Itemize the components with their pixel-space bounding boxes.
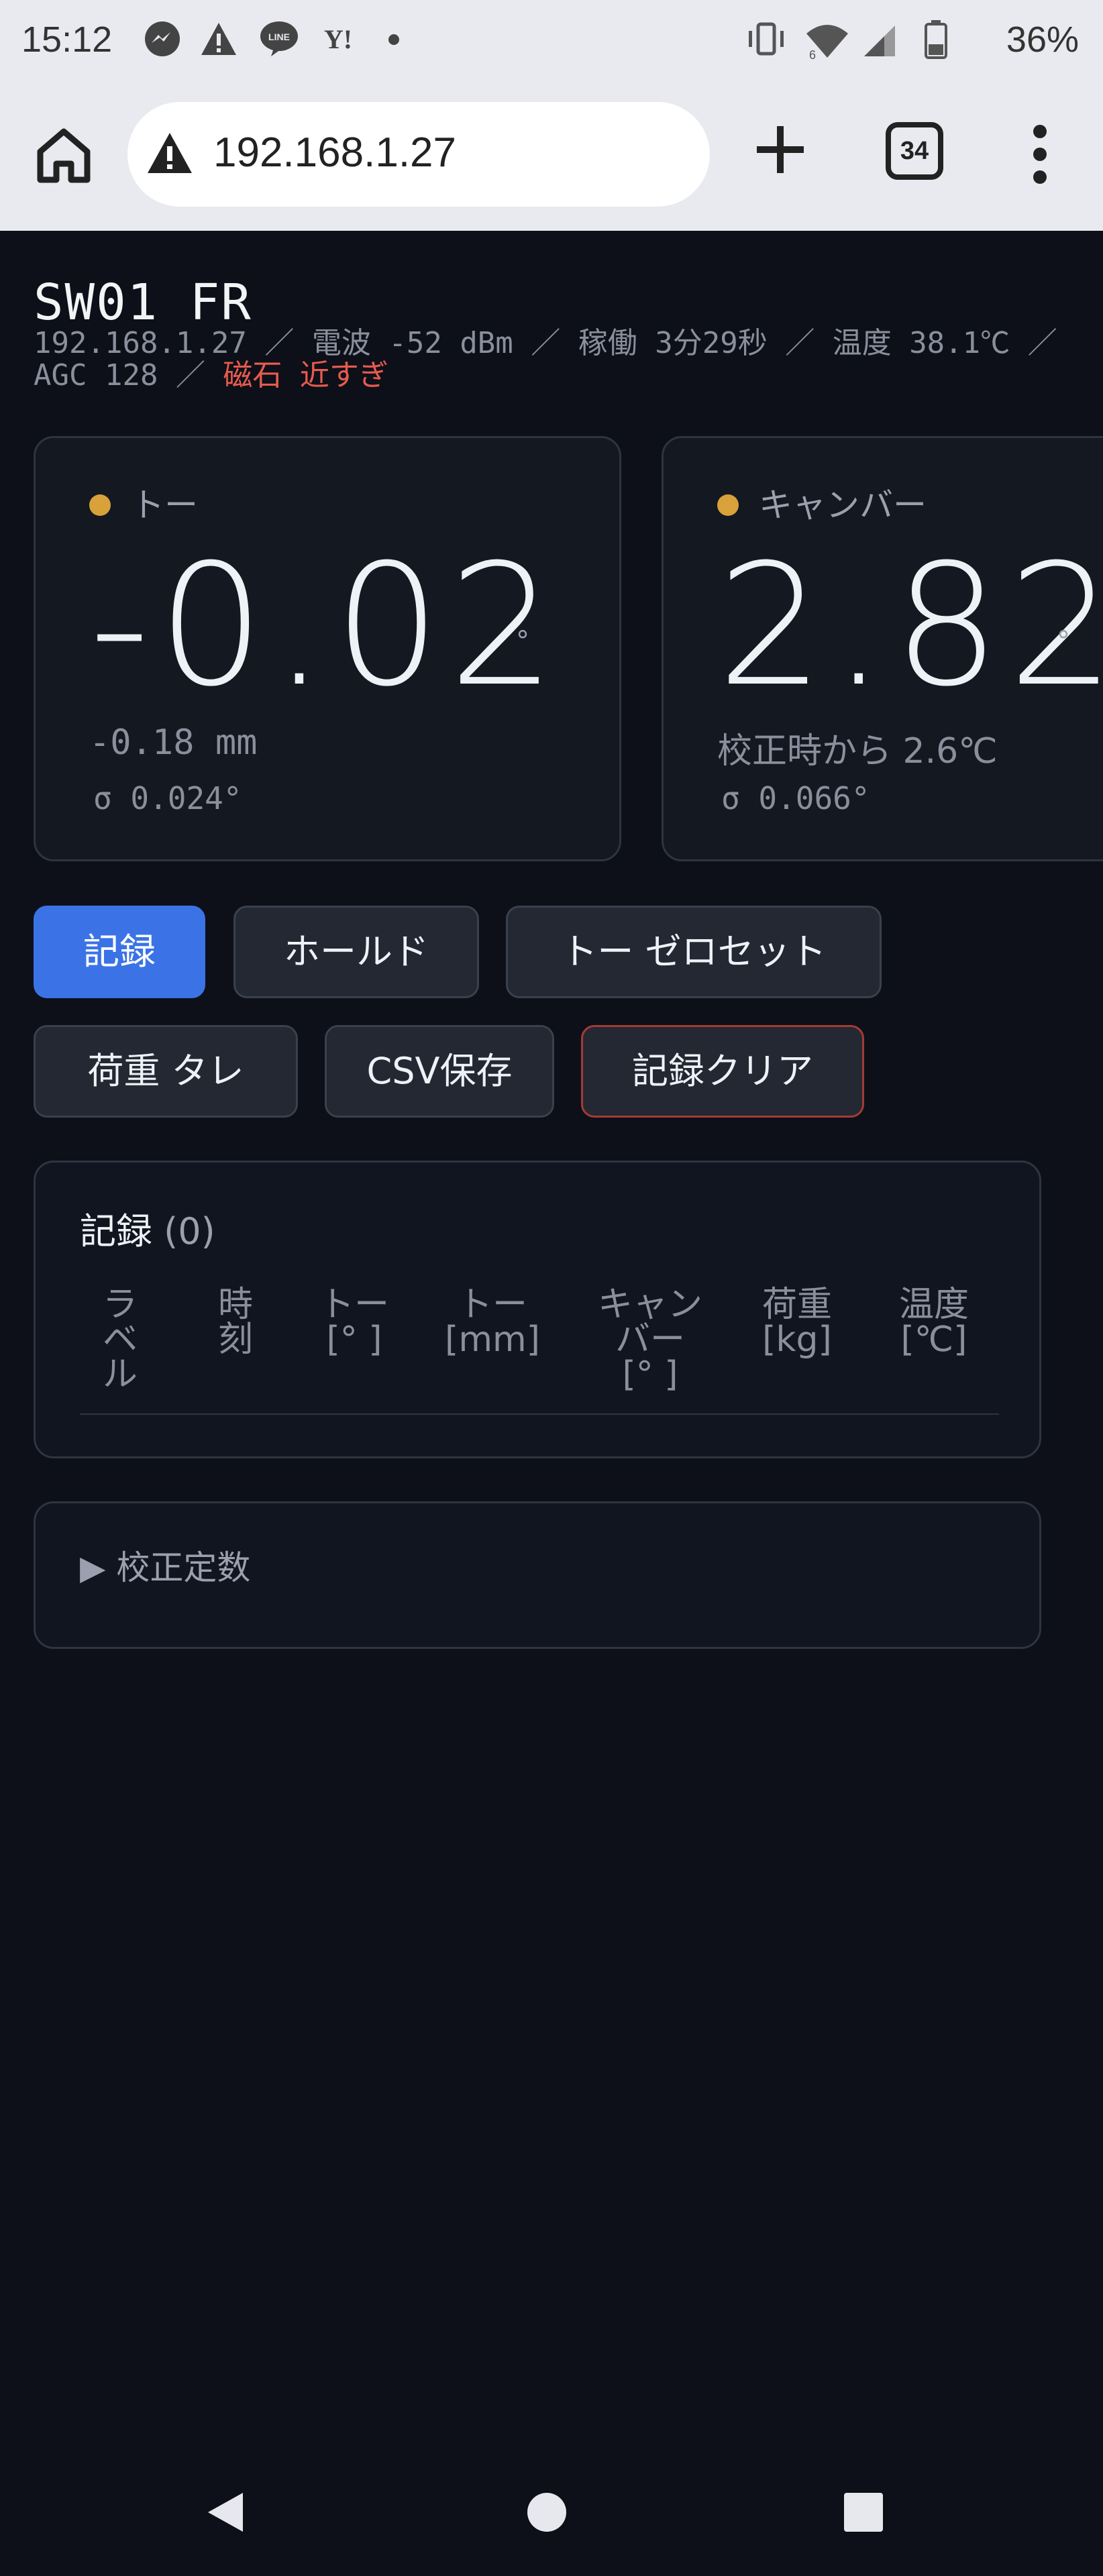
camber-value: 2.82 [717, 528, 1103, 723]
not-secure-icon[interactable] [146, 131, 193, 176]
table-header-divider [80, 1413, 999, 1415]
camber-card: キャンバー 2.82 ° 校正時から 2.6℃ σ 0.066° [662, 436, 1103, 861]
camber-status-dot [717, 494, 739, 516]
device-info-text: 192.168.1.27 ／ 電波 -52 dBm ／ 稼働 3分29秒 ／ 温… [34, 326, 1057, 392]
load-sag-button[interactable]: 荷重 タレ [34, 1025, 298, 1118]
toe-card: トー -0.02 ° -0.18 mm σ 0.024° [34, 436, 621, 861]
record-button[interactable]: 記録 [34, 906, 205, 998]
navigation-bar [0, 2428, 1103, 2576]
home-nav-icon[interactable] [526, 2491, 568, 2533]
camber-unit: ° [1057, 626, 1070, 657]
calibration-panel[interactable]: ▶ 校正定数 [34, 1501, 1041, 1649]
toe-value: -0.02 [89, 528, 564, 723]
column-header-camber[interactable]: キャン バー [° ] [576, 1287, 724, 1392]
yahoo-icon: Y! [324, 24, 352, 54]
toe-status-dot [89, 494, 111, 516]
wifi-icon: 6 [806, 25, 848, 60]
home-icon[interactable] [34, 125, 94, 185]
svg-text:6: 6 [809, 48, 816, 60]
camber-label: キャンバー [717, 478, 927, 527]
hold-button[interactable]: ホールド [233, 906, 479, 998]
magnet-warning: 磁石 近すぎ [223, 358, 388, 392]
column-header-time[interactable]: 時 刻 [203, 1287, 268, 1357]
battery-icon [925, 20, 947, 59]
records-count: (0) [164, 1210, 215, 1252]
records-panel: 記録 (0) ラ ベ ル 時 刻 トー [° ] トー [mm] キャン バー … [34, 1161, 1041, 1458]
alert-icon [201, 23, 236, 55]
camber-label-text: キャンバー [759, 486, 927, 525]
toe-unit: ° [516, 626, 529, 657]
more-menu-icon[interactable] [1027, 125, 1053, 185]
svg-text:Y!: Y! [324, 24, 352, 54]
toe-label-text: トー [131, 486, 198, 525]
records-title: 記録 (0) [80, 1201, 215, 1254]
calibration-toggle[interactable]: ▶ 校正定数 [80, 1541, 250, 1589]
svg-text:LINE: LINE [268, 32, 290, 42]
toe-mm: -0.18 mm [89, 722, 258, 763]
device-info: 192.168.1.27 ／ 電波 -52 dBm ／ 稼働 3分29秒 ／ 温… [34, 327, 1080, 392]
clear-records-button[interactable]: 記録クリア [581, 1025, 864, 1118]
battery-percentage: 36% [1006, 19, 1079, 60]
camber-temp-delta: 校正時から 2.6℃ [717, 731, 998, 771]
column-header-toe-deg[interactable]: トー [° ] [304, 1287, 405, 1357]
messenger-icon [145, 21, 180, 56]
url-bar[interactable]: 192.168.1.27 [127, 102, 710, 207]
status-bar: 15:12 LINE Y! 6 36% [0, 0, 1103, 83]
recents-icon[interactable] [843, 2491, 884, 2533]
camber-sigma: σ 0.066° [721, 780, 870, 816]
csv-save-button[interactable]: CSV保存 [325, 1025, 554, 1118]
records-title-text: 記録 [80, 1210, 152, 1252]
line-icon: LINE [260, 21, 298, 56]
column-header-temperature[interactable]: 温度 [℃] [884, 1287, 984, 1357]
url-text[interactable]: 192.168.1.27 [213, 129, 456, 176]
dot-icon [388, 34, 399, 45]
signal-icon [864, 25, 895, 56]
column-header-label[interactable]: ラ ベ ル [88, 1287, 152, 1392]
vibrate-icon [749, 22, 784, 56]
status-time: 15:12 [21, 19, 113, 60]
tab-switcher-button[interactable]: 34 [886, 122, 943, 180]
toe-zero-set-button[interactable]: トー ゼロセット [506, 906, 882, 998]
browser-toolbar: 192.168.1.27 34 [0, 83, 1103, 231]
toe-sigma: σ 0.024° [93, 780, 242, 816]
column-header-toe-mm[interactable]: トー [mm] [442, 1287, 543, 1357]
new-tab-icon[interactable] [750, 119, 810, 180]
toe-label: トー [89, 478, 198, 527]
column-header-load[interactable]: 荷重 [kg] [747, 1287, 847, 1357]
back-icon[interactable] [205, 2490, 246, 2534]
device-title: SW01 FR [34, 274, 252, 331]
